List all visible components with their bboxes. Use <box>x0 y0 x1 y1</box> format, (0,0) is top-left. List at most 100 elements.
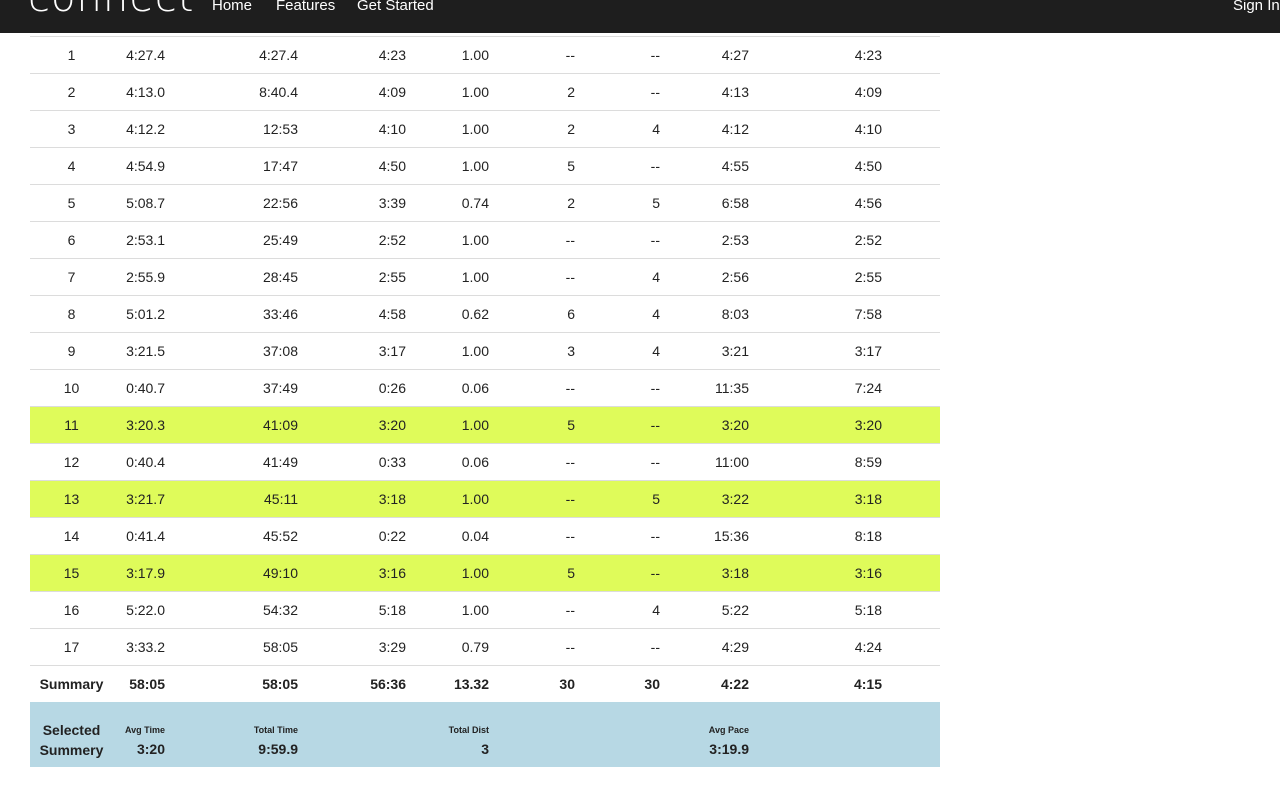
selected-empty-cell <box>298 702 406 767</box>
nav-features-link[interactable]: Features <box>276 0 335 16</box>
lap-cell-avg-pace: 5:22 <box>660 591 749 629</box>
connect-logo[interactable]: connect <box>28 0 194 18</box>
selected-summary-row: Selected Summery Avg Time 3:20 Total Tim… <box>30 702 940 767</box>
lap-cell-avg-moving-pace: 4:10 <box>749 110 882 148</box>
selected-avg-time-value: 3:20 <box>136 741 165 757</box>
lap-cell-moving-time: 4:58 <box>298 295 406 333</box>
lap-row[interactable]: 1 4:27.4 4:27.4 4:23 1.00 -- -- 4:27 4:23 <box>30 36 940 74</box>
lap-cell-col7: 4 <box>575 258 660 296</box>
lap-row-spacer <box>882 147 940 185</box>
lap-cell-lap-time: 3:17.9 <box>113 554 165 592</box>
lap-row[interactable]: 4 4:54.9 17:47 4:50 1.00 5 -- 4:55 4:50 <box>30 147 940 185</box>
lap-cell-lap-time: 0:41.4 <box>113 517 165 555</box>
lap-row[interactable]: 16 5:22.0 54:32 5:18 1.00 -- 4 5:22 5:18 <box>30 591 940 629</box>
lap-row-spacer <box>882 258 940 296</box>
lap-cell-moving-time: 3:29 <box>298 628 406 666</box>
lap-row[interactable]: 3 4:12.2 12:53 4:10 1.00 2 4 4:12 4:10 <box>30 110 940 148</box>
lap-cell-cumulative-time: 45:52 <box>165 517 298 555</box>
lap-cell-moving-time: 4:10 <box>298 110 406 148</box>
selected-empty-cell <box>749 702 882 767</box>
selected-empty-cell <box>882 702 940 767</box>
lap-cell-lap-time: 5:01.2 <box>113 295 165 333</box>
lap-cell-cumulative-time: 49:10 <box>165 554 298 592</box>
nav-get-started-link[interactable]: Get Started <box>357 0 434 16</box>
lap-row-spacer <box>882 221 940 259</box>
selected-empty-cell <box>575 702 660 767</box>
lap-row[interactable]: 9 3:21.5 37:08 3:17 1.00 3 4 3:21 3:17 <box>30 332 940 370</box>
nav-home-link[interactable]: Home <box>212 0 252 16</box>
lap-cell-avg-pace: 3:18 <box>660 554 749 592</box>
sign-in-link[interactable]: Sign In <box>1233 0 1280 16</box>
lap-row[interactable]: 13 3:21.7 45:11 3:18 1.00 -- 5 3:22 3:18 <box>30 480 940 518</box>
lap-cell-distance: 0.04 <box>406 517 489 555</box>
lap-cell-col7: 4 <box>575 591 660 629</box>
lap-cell-avg-moving-pace: 7:58 <box>749 295 882 333</box>
lap-cell-cumulative-time: 54:32 <box>165 591 298 629</box>
lap-cell-lap-time: 0:40.7 <box>113 369 165 407</box>
lap-cell-col6: -- <box>489 369 575 407</box>
lap-cell-col7: -- <box>575 73 660 111</box>
lap-cell-avg-moving-pace: 2:52 <box>749 221 882 259</box>
selected-total-dist-value: 3 <box>481 741 489 757</box>
lap-row[interactable]: 8 5:01.2 33:46 4:58 0.62 6 4 8:03 7:58 <box>30 295 940 333</box>
lap-cell-avg-pace: 2:53 <box>660 221 749 259</box>
lap-cell-lap-time: 4:12.2 <box>113 110 165 148</box>
lap-row-spacer <box>882 73 940 111</box>
lap-cell-moving-time: 3:39 <box>298 184 406 222</box>
lap-cell-col6: 2 <box>489 110 575 148</box>
lap-cell-avg-pace: 6:58 <box>660 184 749 222</box>
lap-cell-cumulative-time: 37:08 <box>165 332 298 370</box>
lap-row[interactable]: 6 2:53.1 25:49 2:52 1.00 -- -- 2:53 2:52 <box>30 221 940 259</box>
lap-row-spacer <box>882 591 940 629</box>
lap-cell-distance: 1.00 <box>406 147 489 185</box>
lap-cell-avg-pace: 4:55 <box>660 147 749 185</box>
lap-cell-distance: 1.00 <box>406 591 489 629</box>
lap-cell-moving-time: 4:50 <box>298 147 406 185</box>
lap-cell-cumulative-time: 12:53 <box>165 110 298 148</box>
selected-total-time-cell: Total Time 9:59.9 <box>165 702 298 767</box>
selected-label-line2: Summery <box>39 742 104 758</box>
lap-row[interactable]: 11 3:20.3 41:09 3:20 1.00 5 -- 3:20 3:20 <box>30 406 940 444</box>
lap-row-spacer <box>882 110 940 148</box>
lap-cell-cumulative-time: 58:05 <box>165 628 298 666</box>
lap-cell-cumulative-time: 4:27.4 <box>165 36 298 74</box>
lap-cell-cumulative-time: 28:45 <box>165 258 298 296</box>
lap-cell-moving-time: 0:22 <box>298 517 406 555</box>
lap-row-spacer <box>882 443 940 481</box>
lap-row-spacer <box>882 369 940 407</box>
lap-cell-lap-number: 3 <box>30 110 113 148</box>
lap-cell-lap-number: 1 <box>30 36 113 74</box>
lap-cell-lap-time: 4:27.4 <box>113 36 165 74</box>
lap-cell-lap-number: 5 <box>30 184 113 222</box>
lap-cell-col6: -- <box>489 221 575 259</box>
lap-cell-moving-time: 3:18 <box>298 480 406 518</box>
lap-cell-col6: -- <box>489 517 575 555</box>
lap-row[interactable]: 17 3:33.2 58:05 3:29 0.79 -- -- 4:29 4:24 <box>30 628 940 666</box>
lap-cell-distance: 1.00 <box>406 36 489 74</box>
lap-row[interactable]: 14 0:41.4 45:52 0:22 0.04 -- -- 15:36 8:18 <box>30 517 940 555</box>
lap-row[interactable]: 15 3:17.9 49:10 3:16 1.00 5 -- 3:18 3:16 <box>30 554 940 592</box>
lap-row[interactable]: 12 0:40.4 41:49 0:33 0.06 -- -- 11:00 8:59 <box>30 443 940 481</box>
selected-avg-pace-value: 3:19.9 <box>709 741 749 757</box>
lap-cell-col7: -- <box>575 36 660 74</box>
lap-cell-col7: 5 <box>575 184 660 222</box>
lap-cell-lap-number: 11 <box>30 406 113 444</box>
lap-row[interactable]: 2 4:13.0 8:40.4 4:09 1.00 2 -- 4:13 4:09 <box>30 73 940 111</box>
lap-cell-moving-time: 0:33 <box>298 443 406 481</box>
lap-cell-cumulative-time: 8:40.4 <box>165 73 298 111</box>
lap-cell-lap-number: 2 <box>30 73 113 111</box>
selected-total-dist-cell: Total Dist 3 <box>406 702 489 767</box>
lap-cell-avg-moving-pace: 7:24 <box>749 369 882 407</box>
selected-label-line1: Selected <box>42 722 101 738</box>
lap-cell-lap-number: 10 <box>30 369 113 407</box>
lap-cell-col6: -- <box>489 36 575 74</box>
lap-row[interactable]: 10 0:40.7 37:49 0:26 0.06 -- -- 11:35 7:24 <box>30 369 940 407</box>
lap-row[interactable]: 7 2:55.9 28:45 2:55 1.00 -- 4 2:56 2:55 <box>30 258 940 296</box>
summary-spacer <box>882 666 940 703</box>
lap-cell-avg-pace: 4:13 <box>660 73 749 111</box>
lap-cell-col6: -- <box>489 480 575 518</box>
lap-cell-col6: -- <box>489 628 575 666</box>
selected-total-dist-caption: Total Dist <box>448 725 489 735</box>
lap-row[interactable]: 5 5:08.7 22:56 3:39 0.74 2 5 6:58 4:56 <box>30 184 940 222</box>
lap-cell-distance: 1.00 <box>406 221 489 259</box>
